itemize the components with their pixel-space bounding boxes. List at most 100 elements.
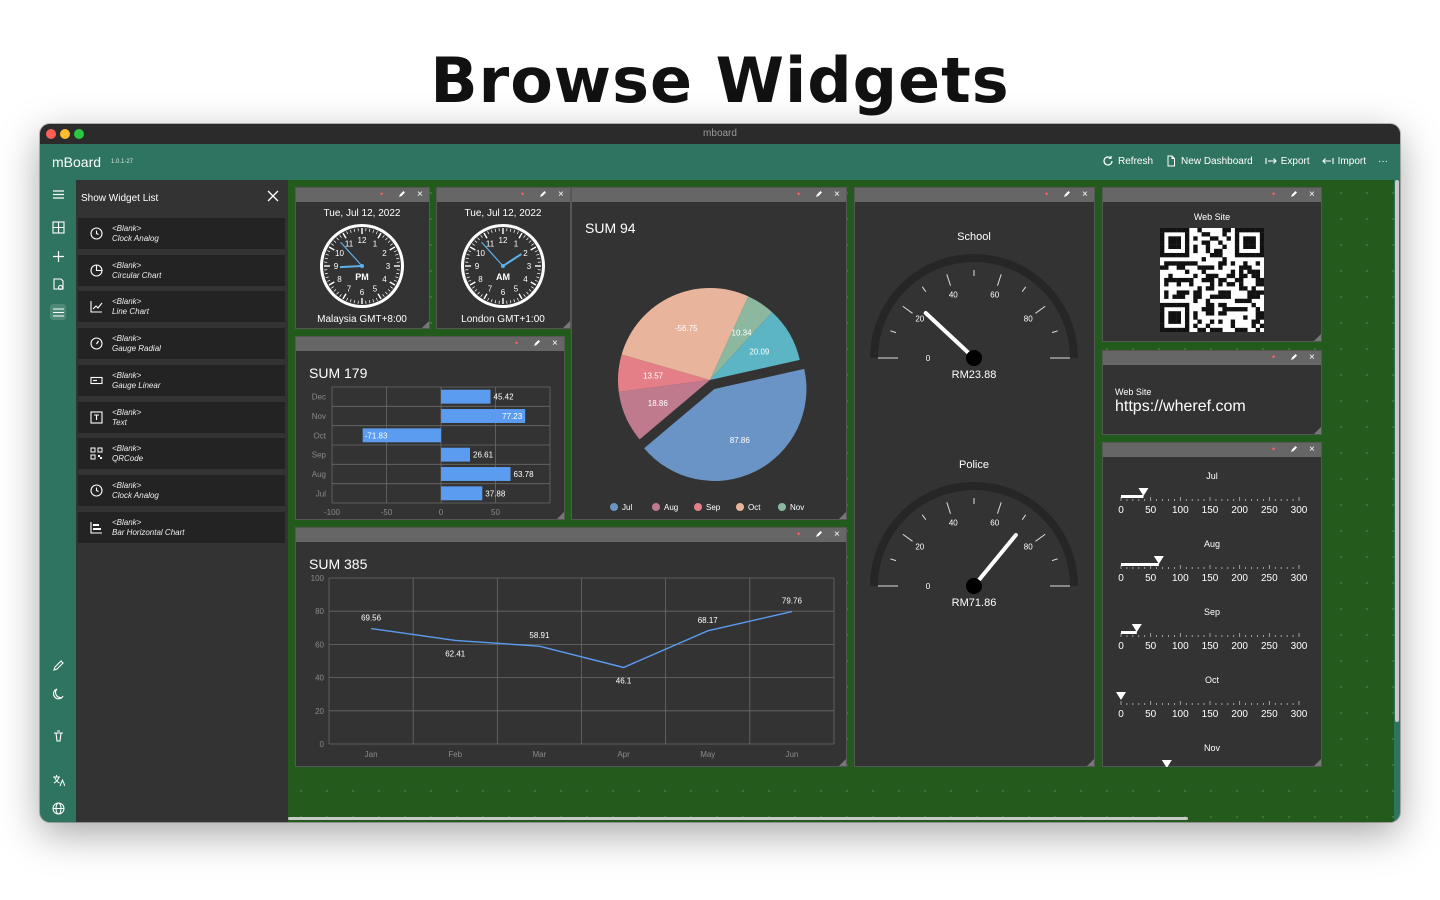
clock-timezone-label: Malaysia GMT+8:00 [317,314,407,325]
clock-number: 5 [514,285,519,294]
translate-icon[interactable] [50,772,66,788]
edit-widget-icon[interactable] [815,530,823,538]
slice-data-label: 18.86 [648,399,669,408]
close-widget-icon[interactable]: × [1082,188,1088,201]
import-button[interactable]: Import [1321,155,1366,167]
pie-chart-plot: 87.86 18.86 13.57 -56.75 10.34 20.09 Jul Aug Sep… [610,288,807,512]
widget-item-blank-label: <Blank> [112,334,142,344]
bar-chart-plot: -100 -50 0 50 Dec 45.42 Nov 77.23 Oct -71.83 Sep 26… [312,386,551,517]
linear-gauge-label: Nov [1204,743,1221,753]
widget-list-item[interactable]: <Blank> Clock Analog [78,474,285,506]
edit-widget-icon[interactable] [1290,353,1298,361]
bar[interactable] [441,467,511,481]
refresh-button[interactable]: Refresh [1102,155,1153,167]
widget-list-item[interactable]: <Blank> Gauge Radial [78,328,285,360]
analog-clock-widget: • × Tue, Jul 12, 2022 12 1 2 3 4 5 6 7 8 9 10 11 AM Lond… [436,187,571,329]
close-widget-icon[interactable]: × [417,188,423,201]
widget-list-item[interactable]: <Blank> Line Chart [78,291,285,323]
widget-list-item[interactable]: <Blank> Gauge Linear [78,364,285,396]
edit-widget-icon[interactable] [1063,190,1071,198]
close-widget-icon[interactable]: × [1309,443,1315,456]
moon-icon[interactable] [50,685,66,701]
bar[interactable] [441,447,471,462]
close-widget-icon[interactable]: × [834,528,840,541]
edit-widget-icon[interactable] [539,190,547,198]
bar[interactable] [441,389,491,404]
gauge-title: Police [959,459,989,471]
trash-icon[interactable] [50,728,66,744]
linear-tick-label: 50 [1145,505,1157,516]
text-widget-value: https://wheref.com [1115,398,1246,415]
resize-handle[interactable] [1087,759,1094,766]
clock-number: 3 [386,262,391,271]
linear-tick-label: 0 [1118,505,1124,516]
widget-item-type-label: Clock Analog [112,490,159,500]
edit-widget-icon[interactable] [1290,445,1298,453]
close-icon[interactable] [266,189,280,203]
export-button[interactable]: Export [1265,155,1310,167]
save-icon[interactable] [50,276,66,292]
edit-widget-icon[interactable] [398,190,406,198]
legend-label[interactable]: Jul [622,503,632,512]
menu-icon[interactable] [50,186,66,202]
close-widget-icon[interactable]: × [552,337,558,350]
app-header: mBoard 1.0.1-27 Refresh New Dashboard Ex… [40,144,1400,180]
globe-icon[interactable] [50,800,66,816]
legend-label[interactable]: Nov [790,503,804,512]
linear-gauge-pointer [1138,488,1149,496]
qrcode-image [1160,228,1264,332]
widget-list-item[interactable]: <Blank> Circular Chart [78,254,285,286]
gauge-tick-label: 60 [990,518,999,527]
slice-data-label: 20.09 [749,347,770,356]
slice-data-label: 13.57 [643,372,664,381]
x-category-label: May [700,750,715,759]
close-widget-icon[interactable]: × [834,188,840,201]
resize-handle[interactable] [1314,427,1321,434]
widget-status-icon: • [797,189,801,199]
legend-label[interactable]: Sep [706,503,721,512]
line-chart-plot: 0 20 40 60 80 100 69.56 62.41 58.91 46.1 68.17 79.7… [311,574,835,759]
linear-tick-label: 200 [1231,505,1248,516]
refresh-icon [1103,156,1113,166]
point-data-label: 68.17 [698,616,719,625]
close-widget-icon[interactable]: × [558,188,564,201]
gauge-tick-label: 20 [915,543,924,552]
y-tick-label: 80 [315,607,324,616]
legend-label[interactable]: Oct [748,503,761,512]
clock-icon [90,484,103,497]
edit-widget-icon[interactable] [533,339,541,347]
vertical-scrollbar[interactable] [1395,180,1399,722]
legend-label[interactable]: Aug [664,503,678,512]
new-dashboard-button[interactable]: New Dashboard [1165,155,1253,167]
edit-widget-icon[interactable] [1290,190,1298,198]
close-widget-icon[interactable]: × [1309,188,1315,201]
gauge-tick-label: 20 [915,315,924,324]
widget-item-blank-label: <Blank> [112,444,142,454]
dashboard-grid-icon[interactable] [50,219,66,235]
widget-status-icon: • [1272,444,1276,454]
new-file-icon [1167,155,1176,167]
widget-item-blank-label: <Blank> [112,517,142,527]
widget-list-item[interactable]: <Blank> Clock Analog [78,218,285,249]
edit-icon[interactable] [50,657,66,673]
widget-list-icon[interactable] [50,304,66,320]
more-options-button[interactable]: ··· [1378,156,1388,167]
edit-widget-icon[interactable] [815,190,823,198]
widget-list-item[interactable]: <Blank> Text [78,401,285,433]
clock-face: Tue, Jul 12, 2022 12 12 3 45678 9 1011 AM London… [461,208,545,325]
resize-handle[interactable] [1314,334,1321,341]
widget-header: • × [1103,443,1321,457]
export-label: Export [1280,155,1310,167]
text-icon [90,410,103,424]
bar[interactable] [441,486,483,501]
y-tick-label: 0 [320,740,325,749]
linear-gauge-label: Jul [1206,471,1218,481]
clock-face: Tue, Jul 12, 2022 12 12 3 45678 9 1011 PM Malays… [317,208,407,325]
widget-list-item[interactable]: <Blank> QRCode [78,438,285,470]
clock-number: 1 [373,239,378,248]
horizontal-scrollbar[interactable] [288,817,1188,820]
clock-number: 4 [382,275,387,284]
close-widget-icon[interactable]: × [1309,351,1315,364]
widget-list-item[interactable]: <Blank> Bar Horizontal Chart [78,511,285,543]
add-icon[interactable] [50,248,66,264]
